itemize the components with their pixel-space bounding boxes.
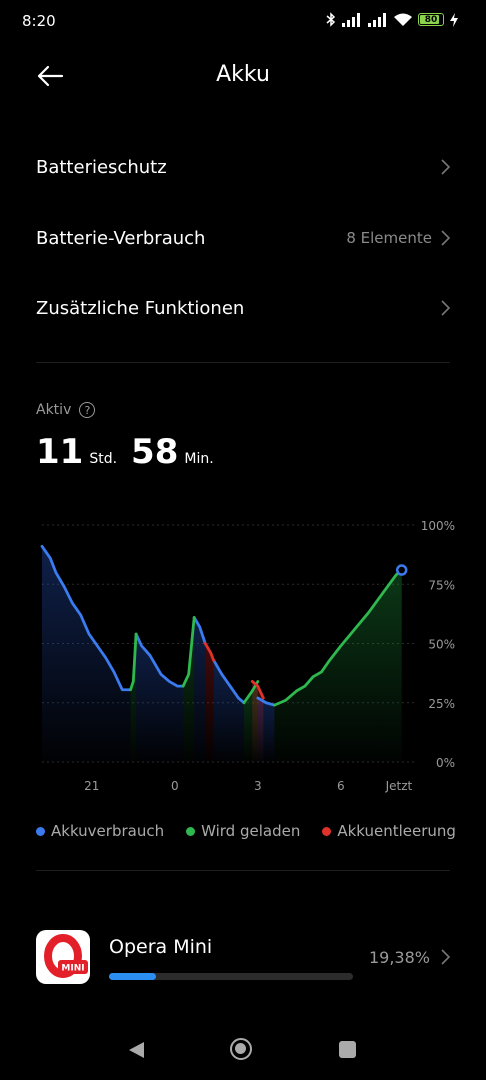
menu-item-label: Batterieschutz	[36, 156, 167, 178]
legend-label: Akkuverbrauch	[51, 822, 165, 840]
chevron-right-icon	[441, 230, 450, 246]
x-tick-label: 3	[254, 779, 262, 793]
x-tick-label: 6	[337, 779, 345, 793]
legend-item: Akkuentleerung	[322, 822, 456, 840]
nav-recents-button[interactable]	[339, 1041, 356, 1058]
menu-item-label: Zusätzliche Funktionen	[36, 297, 245, 319]
x-tick-label: 21	[84, 779, 99, 793]
signal-1-icon	[342, 12, 360, 27]
legend-label: Akkuentleerung	[337, 822, 456, 840]
battery-level: 80	[424, 14, 438, 25]
menu-item-battery-usage[interactable]: Batterie-Verbrauch 8 Elemente	[36, 218, 450, 258]
series-area	[274, 570, 402, 762]
y-tick-label: 0%	[436, 756, 455, 770]
wifi-icon	[394, 13, 412, 26]
menu-item-value: 8 Elemente	[346, 229, 432, 247]
nav-home-button[interactable]	[230, 1038, 252, 1060]
signal-2-icon	[368, 12, 386, 27]
chevron-right-icon	[441, 300, 450, 316]
status-time: 8:20	[22, 12, 56, 30]
x-tick-label: Jetzt	[385, 779, 413, 793]
battery-chart: 100% 75% 50% 25% 0% 21 0 3 6 Jetzt	[40, 519, 455, 793]
legend-dot	[322, 826, 332, 836]
x-tick-label: 0	[171, 779, 179, 793]
status-icons: 80	[326, 12, 458, 27]
help-icon[interactable]: ?	[79, 402, 96, 418]
hours-unit: Std.	[89, 451, 118, 467]
y-tick-label: 75%	[428, 578, 455, 592]
legend-label: Wird geladen	[201, 822, 301, 840]
nav-back-button[interactable]	[128, 1041, 145, 1059]
legend-dot	[36, 826, 45, 836]
series-area	[42, 546, 131, 762]
chevron-right-icon[interactable]	[440, 949, 450, 965]
chart-legend: Akkuverbrauch Wird geladen Akkuentleerung	[36, 822, 456, 840]
divider	[36, 870, 450, 871]
legend-item: Akkuverbrauch	[36, 822, 164, 840]
y-tick-label: 25%	[428, 697, 455, 711]
series-area	[136, 634, 184, 762]
opera-mini-app-icon: MINI	[36, 930, 90, 984]
opera-logo-icon: MINI	[44, 934, 88, 978]
active-label-row: Aktiv ?	[36, 402, 96, 418]
charging-icon	[450, 12, 458, 27]
minutes-unit: Min.	[184, 451, 214, 467]
active-duration: 11 Std. 58 Min.	[36, 432, 222, 472]
minutes-value: 58	[131, 432, 179, 472]
app-name[interactable]: Opera Mini	[109, 936, 212, 958]
active-label: Aktiv	[36, 402, 72, 418]
bluetooth-icon	[326, 12, 336, 27]
chevron-right-icon	[441, 159, 450, 175]
opera-mini-badge: MINI	[61, 964, 84, 974]
battery-icon: 80	[418, 13, 444, 26]
menu-item-battery-protection[interactable]: Batterieschutz	[36, 147, 450, 187]
app-usage-bar	[109, 973, 353, 980]
app-percent: 19,38%	[368, 948, 430, 967]
legend-item: Wird geladen	[186, 822, 300, 840]
menu-item-additional-features[interactable]: Zusätzliche Funktionen	[36, 288, 450, 328]
page-title: Akku	[216, 62, 270, 87]
series-area	[213, 660, 244, 762]
divider	[36, 362, 450, 363]
app-usage-fill	[109, 973, 157, 980]
current-level-point	[395, 564, 408, 576]
y-tick-label: 50%	[428, 638, 455, 652]
menu-item-label: Batterie-Verbrauch	[36, 227, 206, 249]
y-tick-label: 100%	[421, 519, 455, 533]
hours-value: 11	[36, 432, 84, 472]
legend-dot	[186, 826, 196, 836]
series-area	[205, 643, 214, 762]
